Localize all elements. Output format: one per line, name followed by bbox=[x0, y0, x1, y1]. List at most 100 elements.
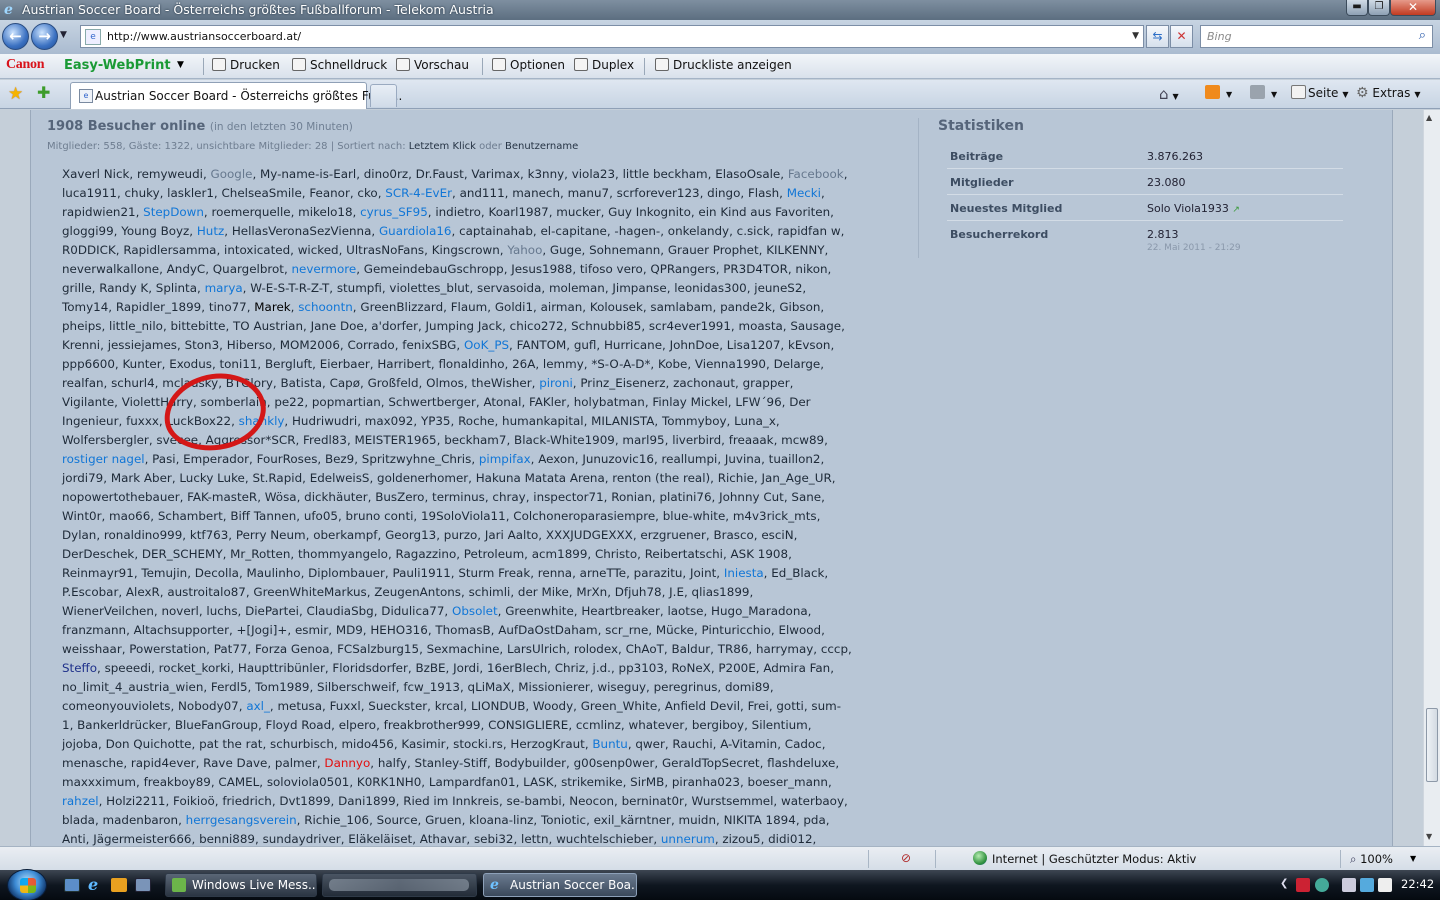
member-link[interactable]: YP35 bbox=[421, 414, 451, 428]
member-link[interactable]: Jane Doe bbox=[311, 319, 364, 333]
member-link[interactable]: harrymay bbox=[756, 642, 813, 656]
member-link[interactable]: Anti bbox=[62, 832, 86, 846]
member-link[interactable]: zachonaut bbox=[673, 376, 735, 390]
member-link[interactable]: Aexon bbox=[538, 452, 575, 466]
member-link[interactable]: tifoso vero bbox=[580, 262, 643, 276]
scroll-down-icon[interactable]: ▼ bbox=[1426, 832, 1432, 841]
member-link[interactable]: Pauli1911 bbox=[392, 566, 450, 580]
member-link[interactable]: J.E bbox=[669, 585, 684, 599]
member-link[interactable]: sundaydriver bbox=[263, 832, 341, 846]
member-link[interactable]: ViolettHarry bbox=[122, 395, 193, 409]
member-link[interactable]: P.Escobar bbox=[62, 585, 118, 599]
member-link[interactable]: reallumpi bbox=[662, 452, 718, 466]
member-link[interactable]: samlabam bbox=[650, 300, 712, 314]
member-link[interactable]: beckham7 bbox=[444, 433, 506, 447]
member-link[interactable]: bittebitte bbox=[171, 319, 226, 333]
member-link[interactable]: 19SoloViola11 bbox=[421, 509, 506, 523]
start-button[interactable] bbox=[7, 869, 47, 900]
member-link[interactable]: Petroleum bbox=[464, 547, 524, 561]
member-link[interactable]: realfan bbox=[62, 376, 104, 390]
member-link[interactable]: Floyd Road bbox=[266, 718, 332, 732]
member-link[interactable]: boeser_mann bbox=[748, 775, 828, 789]
member-link[interactable]: qwer bbox=[635, 737, 664, 751]
member-link[interactable]: chuky bbox=[125, 186, 160, 200]
member-link[interactable]: no_limit_4_austria_wien bbox=[62, 680, 203, 694]
easy-webprint-menu[interactable]: Easy-WebPrint bbox=[64, 58, 171, 73]
member-link[interactable]: scr4ever1991 bbox=[649, 319, 731, 333]
member-link[interactable]: Steffo bbox=[62, 661, 97, 675]
refresh-button[interactable]: ⇆ bbox=[1146, 25, 1169, 48]
member-link[interactable]: humankapital bbox=[502, 414, 584, 428]
back-button[interactable]: ← bbox=[2, 23, 29, 50]
member-link[interactable]: halfy bbox=[378, 756, 407, 770]
member-link[interactable]: liverbird bbox=[672, 433, 721, 447]
member-link[interactable]: freaaak bbox=[729, 433, 774, 447]
member-link[interactable]: CAMEL bbox=[218, 775, 259, 789]
member-link[interactable]: dingo bbox=[707, 186, 740, 200]
member-link[interactable]: lettn bbox=[521, 832, 548, 846]
member-link[interactable]: cyrus_SF95 bbox=[360, 205, 428, 219]
member-link[interactable]: weisshaar bbox=[62, 642, 122, 656]
member-link[interactable]: Sexmachine bbox=[427, 642, 500, 656]
show-desktop-icon[interactable] bbox=[64, 878, 80, 892]
member-link[interactable]: jordi79 bbox=[62, 471, 103, 485]
member-link[interactable]: *S-O-A-D* bbox=[591, 357, 650, 371]
member-link[interactable]: rostiger nagel bbox=[62, 452, 145, 466]
member-link[interactable]: Forza Genoa bbox=[255, 642, 330, 656]
member-link[interactable]: bruno conti bbox=[346, 509, 414, 523]
member-link[interactable]: DerDeschek bbox=[62, 547, 134, 561]
member-link[interactable]: TO Austrian bbox=[233, 319, 303, 333]
chevron-down-icon[interactable]: ▼ bbox=[177, 60, 184, 70]
member-link[interactable]: popmartian bbox=[312, 395, 381, 409]
member-link[interactable]: W-E-S-T-R-Z-T bbox=[250, 281, 329, 295]
member-link[interactable]: schoontn bbox=[298, 300, 353, 314]
url-text[interactable]: http://www.austriansoccerboard.at/ bbox=[107, 30, 301, 43]
member-link[interactable]: Krenni bbox=[62, 338, 100, 352]
member-link[interactable]: bergiboy bbox=[692, 718, 744, 732]
member-link[interactable]: Feanor bbox=[309, 186, 350, 200]
member-link[interactable]: Schnubbi85 bbox=[571, 319, 641, 333]
member-link[interactable]: friedrich bbox=[222, 794, 272, 808]
member-link[interactable]: Rauchi bbox=[672, 737, 712, 751]
member-link[interactable]: el-capitane bbox=[540, 224, 606, 238]
forward-button[interactable]: → bbox=[31, 23, 58, 50]
member-link[interactable]: renna bbox=[538, 566, 572, 580]
member-link[interactable]: BzBE bbox=[415, 661, 445, 675]
address-bar[interactable]: e http://www.austriansoccerboard.at/ ▼ bbox=[80, 25, 1144, 48]
member-link[interactable]: Eläkeläiset bbox=[348, 832, 412, 846]
member-link[interactable]: Sueckster bbox=[368, 699, 427, 713]
member-link[interactable]: EdelweisS bbox=[310, 471, 370, 485]
show-hidden-icons-icon[interactable]: ❮ bbox=[1280, 878, 1288, 889]
member-link[interactable]: stocki.rs bbox=[453, 737, 503, 751]
member-link[interactable]: somberlain bbox=[201, 395, 267, 409]
member-link[interactable]: cko bbox=[357, 186, 377, 200]
member-link[interactable]: Chriz bbox=[555, 661, 585, 675]
member-link[interactable]: jeuneS2 bbox=[754, 281, 802, 295]
member-link[interactable]: kloana-linz bbox=[469, 813, 533, 827]
page-menu-button[interactable]: Seite ▼ bbox=[1291, 85, 1349, 100]
member-link[interactable]: Colchoneroparasiempre bbox=[513, 509, 655, 523]
duplex-button[interactable]: Duplex bbox=[574, 58, 634, 72]
member-link[interactable]: wiseguy bbox=[597, 680, 646, 694]
member-link[interactable]: Young Boyz bbox=[121, 224, 189, 238]
member-link[interactable]: Sane bbox=[791, 490, 821, 504]
member-link[interactable]: Christo bbox=[595, 547, 637, 561]
member-link[interactable]: Altachsupporter bbox=[134, 623, 229, 637]
sort-last-click-link[interactable]: Letztem Klick bbox=[409, 141, 476, 152]
member-link[interactable]: rapid4ever bbox=[131, 756, 196, 770]
member-link[interactable]: freakboy89 bbox=[144, 775, 211, 789]
member-link[interactable]: HerzogKraut bbox=[510, 737, 584, 751]
member-link[interactable]: MD9 bbox=[336, 623, 363, 637]
member-link[interactable]: freakbrother999 bbox=[384, 718, 481, 732]
member-link[interactable]: pimpifax bbox=[479, 452, 531, 466]
volume-icon[interactable] bbox=[1378, 878, 1392, 892]
member-link[interactable]: Dfjuh78 bbox=[615, 585, 662, 599]
member-link[interactable]: Ston3 bbox=[185, 338, 220, 352]
member-link[interactable]: XXXJUDGEXXX bbox=[546, 528, 633, 542]
member-link[interactable]: pe22 bbox=[274, 395, 304, 409]
close-window-button[interactable]: ✕ bbox=[1390, 0, 1436, 16]
member-link[interactable]: esciN bbox=[761, 528, 793, 542]
member-link[interactable]: mikelo18 bbox=[298, 205, 352, 219]
member-link[interactable]: Ferdl5 bbox=[211, 680, 248, 694]
print-button[interactable]: Drucken bbox=[212, 58, 280, 72]
